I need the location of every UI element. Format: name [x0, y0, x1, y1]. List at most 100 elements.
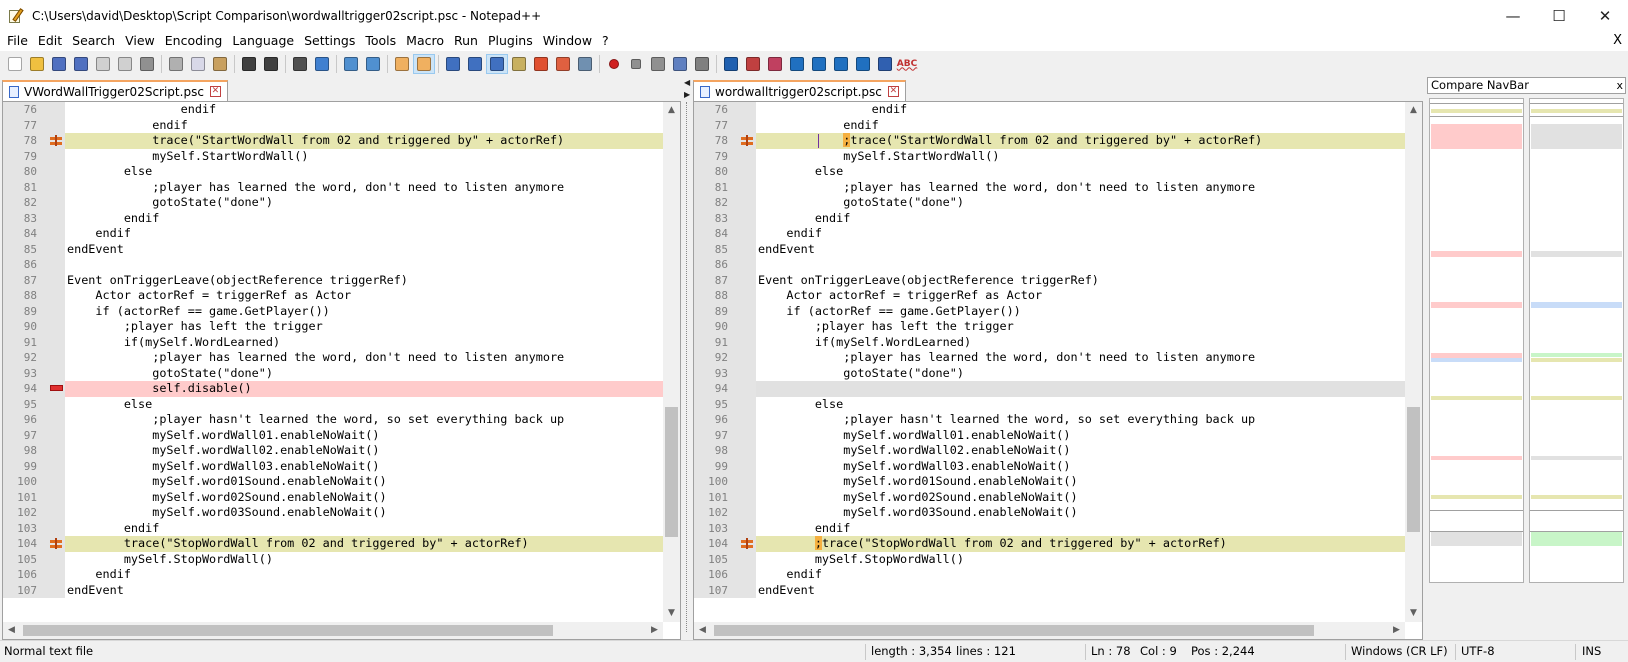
indent-guide-button[interactable]: [486, 53, 508, 74]
status-eol-format[interactable]: Windows (CR LF): [1351, 641, 1448, 662]
code-line[interactable]: 79 mySelf.StartWordWall(): [3, 148, 680, 164]
code-line[interactable]: 98 mySelf.wordWall02.enableNoWait(): [694, 443, 1422, 459]
code-line[interactable]: 97 mySelf.wordWall01.enableNoWait(): [694, 427, 1422, 443]
folder-workspace-button[interactable]: [552, 54, 574, 74]
code-line[interactable]: 95 else: [3, 396, 680, 412]
menu-window[interactable]: Window: [538, 31, 597, 51]
menu-run[interactable]: Run: [449, 31, 483, 51]
scroll-down-arrow-icon[interactable]: ▼: [1405, 605, 1422, 622]
code-line[interactable]: 77 endif: [694, 117, 1422, 133]
code-line[interactable]: 100 mySelf.word01Sound.enableNoWait(): [3, 474, 680, 490]
status-encoding[interactable]: UTF-8: [1461, 641, 1495, 662]
code-line[interactable]: 83 endif: [3, 210, 680, 226]
navbar-right-file-map[interactable]: [1529, 98, 1624, 583]
code-line[interactable]: 92 ;player has learned the word, don't n…: [3, 350, 680, 366]
prev-diff-button[interactable]: [808, 54, 830, 74]
minimize-button[interactable]: —: [1490, 0, 1536, 31]
code-line[interactable]: 90 ;player has left the trigger: [3, 319, 680, 335]
right-horizontal-scrollbar[interactable]: ◀ ▶: [694, 622, 1405, 639]
code-line[interactable]: 88 Actor actorRef = triggerRef as Actor: [694, 288, 1422, 304]
code-line[interactable]: 96 ;player hasn't learned the word, so s…: [3, 412, 680, 428]
clear-compare-button[interactable]: [742, 54, 764, 74]
compare-panel-button[interactable]: [874, 54, 896, 74]
scroll-up-arrow-icon[interactable]: ▲: [663, 102, 680, 119]
code-line[interactable]: 90 ;player has left the trigger: [694, 319, 1422, 335]
scroll-thumb[interactable]: [665, 407, 678, 537]
word-wrap-button[interactable]: [442, 54, 464, 74]
play-macro-button[interactable]: [647, 54, 669, 74]
save-button[interactable]: [48, 54, 70, 74]
stop-macro-button[interactable]: [625, 54, 647, 74]
scroll-left-arrow-icon[interactable]: ◀: [694, 622, 711, 639]
close-document-button[interactable]: X: [1613, 31, 1622, 51]
code-line[interactable]: 82 gotoState("done"): [694, 195, 1422, 211]
compare-button[interactable]: [720, 54, 742, 74]
code-line[interactable]: 84 endif: [3, 226, 680, 242]
pane-splitter[interactable]: ◀ ▶: [683, 78, 691, 640]
code-line[interactable]: 107 endEvent: [3, 582, 680, 598]
code-line[interactable]: 99 mySelf.wordWall03.enableNoWait(): [694, 458, 1422, 474]
redo-button[interactable]: [260, 54, 282, 74]
splitter-left-arrow-icon[interactable]: ◀: [684, 78, 690, 87]
code-line[interactable]: 106 endif: [3, 567, 680, 583]
code-line[interactable]: 87 Event onTriggerLeave(objectReference t…: [3, 272, 680, 288]
menu-search[interactable]: Search: [67, 31, 120, 51]
run-macro-multiple-button[interactable]: [669, 54, 691, 74]
code-line[interactable]: 77 endif: [3, 117, 680, 133]
code-line[interactable]: 92 ;player has learned the word, don't n…: [694, 350, 1422, 366]
find-button[interactable]: [289, 54, 311, 74]
sync-vertical-button[interactable]: [391, 54, 413, 74]
tab-vwordwalltrigger02script[interactable]: VWordWallTrigger02Script.psc ✕: [2, 80, 228, 101]
code-line[interactable]: 105 mySelf.StopWordWall(): [3, 551, 680, 567]
show-all-chars-button[interactable]: [464, 54, 486, 74]
right-vertical-scrollbar[interactable]: ▲ ▼: [1405, 102, 1422, 622]
code-line[interactable]: 81 ;player has learned the word, don't n…: [3, 179, 680, 195]
code-line[interactable]: 94: [694, 381, 1422, 397]
menu-settings[interactable]: Settings: [299, 31, 360, 51]
menu-plugins[interactable]: Plugins: [483, 31, 538, 51]
scroll-up-arrow-icon[interactable]: ▲: [1405, 102, 1422, 119]
code-line[interactable]: 91 if(mySelf.WordLearned): [3, 334, 680, 350]
code-line[interactable]: 84 endif: [694, 226, 1422, 242]
menu-encoding[interactable]: Encoding: [160, 31, 228, 51]
scroll-thumb[interactable]: [23, 625, 553, 636]
code-line[interactable]: 96 ;player hasn't learned the word, so s…: [694, 412, 1422, 428]
code-line[interactable]: 93 gotoState("done"): [694, 365, 1422, 381]
splitter-right-arrow-icon[interactable]: ▶: [684, 90, 690, 99]
new-file-button[interactable]: [4, 54, 26, 74]
tab-close-icon[interactable]: ✕: [209, 86, 221, 97]
record-macro-button[interactable]: [603, 54, 625, 74]
code-line[interactable]: 81 ;player has learned the word, don't n…: [694, 179, 1422, 195]
zoom-in-button[interactable]: [340, 54, 362, 74]
scroll-thumb[interactable]: [1407, 407, 1420, 532]
compare-navbar-close-icon[interactable]: x: [1616, 78, 1623, 93]
menu-view[interactable]: View: [120, 31, 160, 51]
menu-edit[interactable]: Edit: [33, 31, 67, 51]
scroll-down-arrow-icon[interactable]: ▼: [663, 605, 680, 622]
code-line[interactable]: 88 Actor actorRef = triggerRef as Actor: [3, 288, 680, 304]
code-line[interactable]: 94 self.disable(): [3, 381, 680, 397]
close-button[interactable]: [92, 54, 114, 74]
close-window-button[interactable]: ✕: [1582, 0, 1628, 31]
replace-button[interactable]: [311, 54, 333, 74]
left-vertical-scrollbar[interactable]: ▲ ▼: [663, 102, 680, 622]
code-line[interactable]: 91 if(mySelf.WordLearned): [694, 334, 1422, 350]
code-line[interactable]: 87 Event onTriggerLeave(objectReference t…: [694, 272, 1422, 288]
menu-help[interactable]: ?: [597, 31, 614, 51]
right-editor[interactable]: 76 endif 77 endif 78 ;trace("StartWordWall…: [693, 101, 1423, 640]
copy-button[interactable]: [187, 54, 209, 74]
next-diff-button[interactable]: [830, 54, 852, 74]
code-line[interactable]: 106 endif: [694, 567, 1422, 583]
code-line[interactable]: 100 mySelf.word01Sound.enableNoWait(): [694, 474, 1422, 490]
navigation-button[interactable]: [764, 54, 786, 74]
spellcheck-button[interactable]: ABC: [896, 54, 918, 74]
code-line[interactable]: 101 mySelf.word02Sound.enableNoWait(): [694, 489, 1422, 505]
menu-file[interactable]: File: [2, 31, 33, 51]
cut-button[interactable]: [165, 54, 187, 74]
maximize-button[interactable]: ☐: [1536, 0, 1582, 31]
save-macro-button[interactable]: [691, 54, 713, 74]
scroll-left-arrow-icon[interactable]: ◀: [3, 622, 20, 639]
undo-button[interactable]: [238, 54, 260, 74]
code-line[interactable]: 86: [694, 257, 1422, 273]
code-line[interactable]: 89 if (actorRef == game.GetPlayer()): [694, 303, 1422, 319]
